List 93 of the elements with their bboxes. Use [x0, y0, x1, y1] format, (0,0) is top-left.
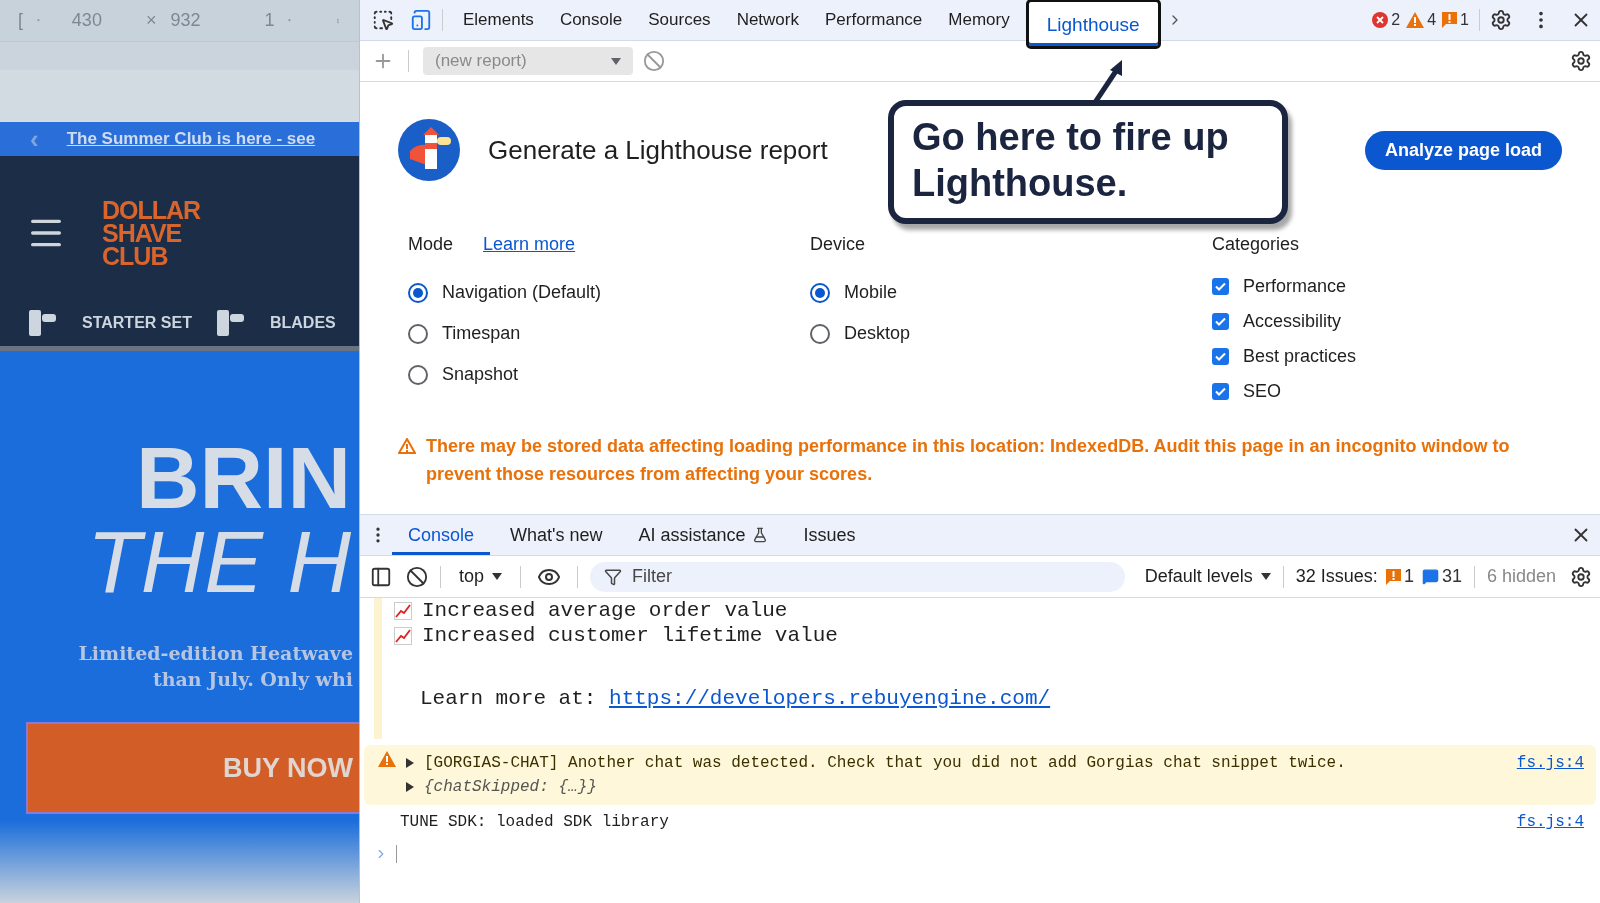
- option-label: Timespan: [442, 323, 521, 344]
- hero-headline: THE H: [87, 520, 352, 604]
- option-label: Best practices: [1243, 346, 1357, 367]
- info-counter[interactable]: 31: [1421, 566, 1462, 587]
- storage-warning: There may be stored data affecting loading performance in this location: IndexedDB. Audit this page in an incognito window to prevent those resources from affecting your scores.: [426, 435, 1511, 486]
- checkmark-icon: [1215, 387, 1226, 396]
- warning-icon: [1406, 12, 1425, 28]
- radio-button[interactable]: [810, 282, 830, 303]
- settings-icon[interactable]: [1570, 565, 1592, 588]
- chart-increasing-icon: [394, 626, 412, 645]
- panel-tab[interactable]: Performance: [815, 0, 933, 40]
- issue-icon: [1385, 568, 1401, 585]
- radio-button[interactable]: [408, 364, 428, 385]
- context-select[interactable]: top: [459, 566, 503, 587]
- drawer-tab[interactable]: What's new: [494, 515, 619, 555]
- hero-headline: BRIN: [135, 436, 352, 520]
- radio-button[interactable]: [408, 282, 428, 303]
- option-label: Desktop: [844, 323, 911, 344]
- report-title: Generate a Lighthouse report: [488, 134, 828, 166]
- callout-note: Go here to fire up Lighthouse.: [888, 100, 1288, 224]
- issue-icon: [1442, 12, 1458, 28]
- settings-icon[interactable]: [1490, 9, 1512, 31]
- checkbox[interactable]: [1212, 383, 1229, 400]
- radio-button[interactable]: [408, 323, 428, 344]
- text-cursor: [396, 845, 397, 863]
- option-label: Navigation (Default): [442, 282, 602, 303]
- inspect-icon[interactable]: [372, 9, 394, 31]
- flask-icon: [751, 527, 768, 543]
- option-label: Mobile: [844, 282, 898, 303]
- panel-tab[interactable]: Lighthouse: [1025, 0, 1161, 49]
- object-preview[interactable]: {chatSkipped: {…}}: [424, 775, 597, 799]
- caret-icon: [492, 573, 503, 580]
- panel-tab[interactable]: Elements: [453, 0, 544, 40]
- drawer-tab[interactable]: Issues: [787, 515, 872, 555]
- log-message: TUNE SDK: loaded SDK library: [400, 813, 669, 831]
- panel-tab[interactable]: Console: [549, 0, 633, 40]
- settings-icon[interactable]: [1570, 50, 1592, 72]
- console-text: Increased customer lifetime value: [422, 623, 838, 648]
- times-sign: ×: [145, 10, 157, 31]
- expand-arrow-icon[interactable]: [406, 758, 414, 768]
- drawer-tab[interactable]: Console: [392, 515, 491, 555]
- warning-icon: [378, 751, 396, 767]
- checkmark-icon: [1215, 282, 1226, 291]
- panel-tab[interactable]: Memory: [938, 0, 1020, 40]
- panel-tab[interactable]: Sources: [638, 0, 721, 40]
- sidebar-toggle-icon[interactable]: [370, 565, 392, 588]
- device-toggle-icon[interactable]: [410, 9, 432, 31]
- issue-counter[interactable]: 1: [1385, 566, 1414, 587]
- checkbox[interactable]: [1212, 348, 1229, 365]
- drawer-tab[interactable]: AI assistance: [622, 515, 784, 555]
- checkmark-icon: [1215, 352, 1226, 361]
- caret-icon: [611, 57, 621, 65]
- learn-more-link[interactable]: Learn more: [483, 233, 576, 255]
- device-label: Device: [810, 233, 866, 255]
- message-icon: [1421, 568, 1439, 585]
- source-link[interactable]: fs.js:4: [1516, 813, 1584, 831]
- panel-tab[interactable]: Network: [726, 0, 809, 40]
- checkbox[interactable]: [1212, 278, 1229, 295]
- hero-subtitle: than July. Only whi: [152, 667, 354, 692]
- hero-subtitle: Limited-edition Heatwave: [78, 641, 354, 666]
- source-link[interactable]: fs.js:4: [1516, 751, 1584, 775]
- option-label: Accessibility: [1243, 311, 1342, 332]
- issues-label: 32 Issues:: [1295, 566, 1378, 587]
- checkbox[interactable]: [1212, 313, 1229, 330]
- lighthouse-logo: [398, 119, 460, 181]
- radio-button[interactable]: [810, 323, 830, 344]
- site-logo[interactable]: DOLLAR SHAVE CLUB: [102, 198, 201, 268]
- mode-label: Mode: [408, 233, 454, 255]
- console-text: Increased average order value: [422, 598, 788, 623]
- expand-arrow-icon[interactable]: [406, 782, 414, 792]
- console-text: Learn more at:: [420, 686, 598, 711]
- warning-icon: [398, 438, 416, 454]
- option-label: Snapshot: [442, 364, 519, 385]
- levels-select[interactable]: Default levels: [1144, 566, 1271, 587]
- analyze-button[interactable]: Analyze page load: [1364, 130, 1562, 170]
- warning-message: [GORGIAS-CHAT] Another chat was detected. Check that you did not add Gorgias chat snippet twice.: [424, 753, 1346, 774]
- chart-increasing-icon: [394, 601, 412, 620]
- hidden-count: 6 hidden: [1486, 566, 1556, 587]
- filter-icon: [604, 567, 623, 586]
- nav-link[interactable]: BLADES: [269, 314, 336, 332]
- option-label: Performance: [1243, 276, 1347, 297]
- warning-counter[interactable]: 4: [1406, 11, 1437, 29]
- checkmark-icon: [1215, 317, 1226, 326]
- caret-icon: [1260, 573, 1271, 580]
- nav-link[interactable]: STARTER SET: [82, 314, 192, 332]
- clear-icon[interactable]: [406, 565, 428, 588]
- filter-field[interactable]: Filter: [590, 561, 1125, 592]
- error-counter[interactable]: 2: [1372, 11, 1401, 29]
- error-icon: [1372, 12, 1389, 28]
- console-link[interactable]: https://developers.rebuyengine.com/: [609, 686, 1051, 711]
- categories-label: Categories: [1212, 233, 1300, 255]
- issue-counter[interactable]: 1: [1442, 11, 1469, 29]
- option-label: SEO: [1243, 381, 1281, 402]
